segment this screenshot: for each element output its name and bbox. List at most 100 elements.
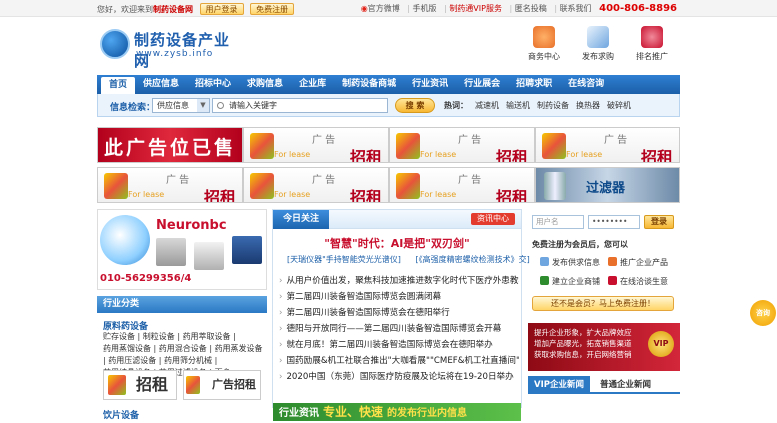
device-image xyxy=(194,242,224,270)
welcome-area: 您好，欢迎来到制药设备网 用户登录 免费注册 xyxy=(97,3,295,15)
floating-consult-button[interactable]: 咨询 xyxy=(750,300,776,326)
list-item[interactable]: 德阳与开放同行——第二届四川装备智造国际博览会开幕 xyxy=(279,321,519,337)
login-submit-button[interactable]: 登录 xyxy=(644,215,674,229)
nav-mall[interactable]: 制药设备商城 xyxy=(334,75,404,94)
ad-for-lease[interactable]: 广 告 For lease 招租 xyxy=(243,127,389,163)
benefit-item: 在线洽谈生意 xyxy=(608,276,668,287)
list-item[interactable]: 就在月底！第二届四川装备智造国际博览会在德阳举办 xyxy=(279,337,519,353)
site-logo[interactable]: 制药设备产业网 www.zysb.info xyxy=(100,25,240,70)
top-links: ◉官方微博 | 手机版 | 制药通VIP服务 | 匿名投稿 | 联系我们 400… xyxy=(356,3,677,14)
hot-word[interactable]: 输送机 xyxy=(506,101,530,110)
quick-post-purchase[interactable]: 发布求购 xyxy=(578,26,618,62)
category-link[interactable]: 制粒设备 xyxy=(143,331,175,343)
category-title[interactable]: 饮片设备 xyxy=(103,408,139,421)
vip-ad[interactable]: 提升企业形象，扩大品牌效应 增加产品曝光，拓宽销售渠道 获取求购信息，开启网络营… xyxy=(528,323,680,371)
news-center-button[interactable]: 资讯中心 xyxy=(471,213,515,225)
tab-vip-news[interactable]: VIP企业新闻 xyxy=(528,376,590,394)
top-bar: 您好，欢迎来到制药设备网 用户登录 免费注册 ◉官方微博 | 手机版 | 制药通… xyxy=(0,0,777,17)
divider: | xyxy=(444,4,447,13)
contact-link[interactable]: 联系我们 xyxy=(560,4,592,13)
ad-filter-text: 过滤器 xyxy=(586,181,626,196)
category-link[interactable]: 药用混合设备 xyxy=(159,343,207,355)
ad-for-lease[interactable]: 广 告 For lease 招租 xyxy=(389,167,535,203)
site-name[interactable]: 制药设备网 xyxy=(153,5,193,14)
ad-for-lease[interactable]: 广 告 For lease 招租 xyxy=(97,167,243,203)
quick-ranking[interactable]: 排名推广 xyxy=(632,26,672,62)
hot-word[interactable]: 制药设备 xyxy=(537,101,569,110)
search-category-value: 供应信息 xyxy=(157,101,189,110)
benefit-item: 推广企业产品 xyxy=(608,257,668,268)
nav-expo[interactable]: 行业展会 xyxy=(456,75,508,94)
headline[interactable]: "智慧"时代：AI是把"双刃剑" xyxy=(273,235,521,251)
weibo-link[interactable]: 官方微博 xyxy=(368,4,400,13)
ad-small-ad[interactable]: 广告招租 xyxy=(183,370,261,400)
category-link[interactable]: 药用蒸馏设备 xyxy=(103,343,151,355)
hot-word[interactable]: 换热器 xyxy=(576,101,600,110)
mobile-link[interactable]: 手机版 xyxy=(413,4,437,13)
category-link[interactable]: 药用蒸发设备 xyxy=(215,343,263,355)
category-link[interactable]: 贮存设备 xyxy=(103,331,135,343)
promo-icon xyxy=(608,257,617,266)
login-button[interactable]: 用户登录 xyxy=(199,3,244,15)
vip-link[interactable]: 制药通VIP服务 xyxy=(449,4,502,13)
tab-normal-news[interactable]: 普通企业新闻 xyxy=(594,376,657,394)
list-item[interactable]: 国药励展&机工社联合推出"大咖看展""CMEF&机工社直播间" xyxy=(279,353,519,369)
free-register-button[interactable]: 还不是会员？马上免费注册！ xyxy=(532,296,674,311)
tab-today-focus[interactable]: 今日关注 xyxy=(273,210,330,229)
sub-headline[interactable]: [《高强度精密螺纹检测技术》交] xyxy=(415,255,529,264)
nav-supply[interactable]: 供应信息 xyxy=(135,75,187,94)
ad-for-lease[interactable]: 广 告 For lease 招租 xyxy=(243,167,389,203)
filter-cartridge-icon xyxy=(544,172,566,200)
ad-label: 广 告 xyxy=(312,135,336,146)
register-button[interactable]: 免费注册 xyxy=(250,3,295,15)
divider: | xyxy=(407,4,410,13)
ad-for-lease[interactable]: 广 告 For lease 招租 xyxy=(389,127,535,163)
ad-neuronbc[interactable]: Neuronbc 010-56299356/4 xyxy=(97,209,267,290)
logo-mark-icon xyxy=(100,29,130,59)
anon-link[interactable]: 匿名投稿 xyxy=(515,4,547,13)
nav-tender[interactable]: 招标中心 xyxy=(187,75,239,94)
search-button[interactable]: 搜 索 xyxy=(395,98,435,113)
hot-word[interactable]: 减速机 xyxy=(475,101,499,110)
search-label: 信息检索： xyxy=(110,103,156,113)
password-field[interactable]: •••••••• xyxy=(588,215,640,229)
ad-sold[interactable]: 此广告位已售 xyxy=(97,127,243,163)
category-link[interactable]: 药用压滤设备 xyxy=(108,355,156,367)
list-item[interactable]: 第二届四川装备智造国际博览会在德阳举行 xyxy=(279,305,519,321)
login-panel: 用户名 •••••••• 登录 免费注册为会员后，您可以 发布供求信息 推广企业… xyxy=(528,209,680,319)
shop-icon xyxy=(540,276,549,285)
ad-label: 广 告 xyxy=(458,135,482,146)
member-benefits-title: 免费注册为会员后，您可以 xyxy=(532,240,628,249)
list-item[interactable]: 从用户价值出发，聚焦科技加速推进数字化时代下医疗外患教科 xyxy=(279,273,519,289)
nav-purchase[interactable]: 求购信息 xyxy=(239,75,291,94)
list-item[interactable]: 2020中国（东莞）国际医疗防疫展及论坛将在19-20日举办 xyxy=(279,369,519,385)
quick-business-center[interactable]: 商务中心 xyxy=(524,26,564,62)
ad-small-rent[interactable]: 招租 xyxy=(103,370,177,400)
device-image xyxy=(232,236,262,264)
search-input[interactable]: 请输入关键字 xyxy=(212,98,388,113)
search-category-select[interactable]: 供应信息 ▼ xyxy=(152,98,210,113)
ad-filter[interactable]: 过滤器 xyxy=(535,167,680,203)
banner-text-a: 行业资讯 xyxy=(279,408,319,419)
nav-consult[interactable]: 在线咨询 xyxy=(560,75,612,94)
hot-word[interactable]: 破碎机 xyxy=(607,101,631,110)
hot-words: 热词： 减速机 输送机 制药设备 换热器 破碎机 xyxy=(444,100,631,111)
category-link[interactable]: 药用筛分机械 xyxy=(164,355,212,367)
nav-jobs[interactable]: 招聘求职 xyxy=(508,75,560,94)
news-banner[interactable]: 行业资讯 专业、快速 的发布行业内信息 xyxy=(273,403,521,421)
sub-headline[interactable]: [天瑞仪器"手持智能荧光光谱仪] xyxy=(287,255,401,264)
business-center-icon xyxy=(533,26,555,48)
ad-for-lease[interactable]: 广 告 For lease 招租 xyxy=(535,127,680,163)
search-icon xyxy=(217,102,224,109)
ad-for-lease-text: For lease xyxy=(420,150,457,159)
list-item[interactable]: 第二届四川装备智造国际博览会圆满闭幕 xyxy=(279,289,519,305)
ad-rent-text: 招租 xyxy=(349,148,382,163)
ranking-promo-icon xyxy=(641,26,663,48)
nav-companies[interactable]: 企业库 xyxy=(291,75,334,94)
username-field[interactable]: 用户名 xyxy=(532,215,584,229)
nav-home[interactable]: 首页 xyxy=(101,77,136,94)
gift-icon xyxy=(396,173,420,199)
category-link[interactable]: 药用萃取设备 xyxy=(183,331,231,343)
nav-news[interactable]: 行业资讯 xyxy=(404,75,456,94)
gift-icon xyxy=(186,376,200,394)
